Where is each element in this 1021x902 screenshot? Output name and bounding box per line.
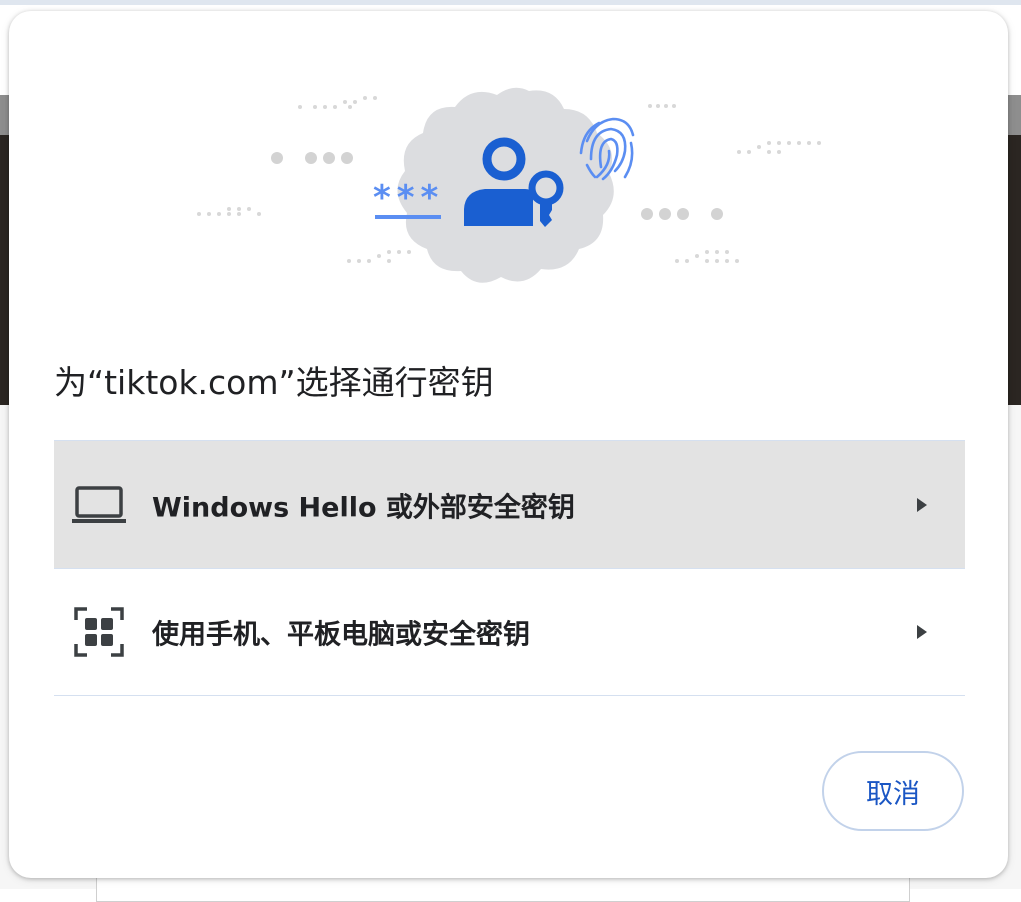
qr-code-icon xyxy=(70,607,128,657)
option-phone-tablet[interactable]: 使用手机、平板电脑或安全密钥 xyxy=(54,568,965,696)
dialog-title: 为“tiktok.com”选择通行密钥 xyxy=(54,363,494,402)
background-top-strip xyxy=(0,0,1021,5)
cancel-button[interactable]: 取消 xyxy=(822,751,964,831)
option-windows-hello[interactable]: Windows Hello 或外部安全密钥 xyxy=(54,440,965,568)
option-phone-tablet-label: 使用手机、平板电脑或安全密钥 xyxy=(152,619,530,651)
laptop-icon xyxy=(70,480,128,530)
chevron-right-icon xyxy=(915,496,929,514)
password-mask-text: *** xyxy=(373,178,444,218)
passkey-dialog: *** 为“tiktok.com”选择通行密钥 Windows Hello 或外… xyxy=(9,11,1008,878)
passkey-illustration: *** xyxy=(197,87,821,283)
option-windows-hello-label: Windows Hello 或外部安全密钥 xyxy=(152,492,575,523)
chevron-right-icon xyxy=(915,623,929,641)
password-underline xyxy=(375,215,441,219)
passkey-options-list: Windows Hello 或外部安全密钥 使用手机、平板电脑或安全密钥 xyxy=(54,440,965,696)
